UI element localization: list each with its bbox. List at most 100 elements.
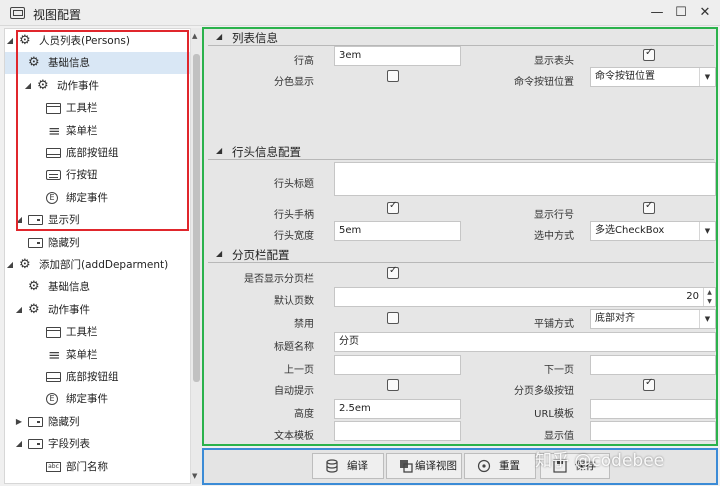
section-title: 列表信息 [232,31,278,45]
tile-mode-select[interactable]: 底部对齐 ▼ [590,309,716,329]
tree-item[interactable]: ▶ 隐藏列 [5,411,191,433]
section-header-config[interactable]: ◢ 行头信息配置 [206,144,716,160]
tree-item[interactable]: ◢ ⚙ 人员列表(Persons) [5,30,191,52]
tree-item[interactable]: ◢ ⚙ 动作事件 [5,75,191,97]
tree-item[interactable]: 工具栏 [5,97,191,119]
expand-arrow-icon[interactable]: ◢ [5,254,15,276]
height-label: 高度 [294,409,314,420]
compile-button[interactable]: 编译 [312,453,384,479]
tree-item[interactable]: abc 部门名称 [5,456,191,478]
show-pager-checkbox[interactable] [387,265,399,279]
tree-item[interactable]: 菜单栏 [5,344,191,366]
tree-item[interactable]: 工具栏 [5,321,191,343]
tree-item-label: 工具栏 [66,326,98,339]
spinner-icon[interactable]: ▲ ▼ [703,288,715,306]
collapse-icon[interactable]: ◢ [216,249,222,258]
tree-item[interactable]: 底部按钮组 [5,366,191,388]
disabled-label: 禁用 [294,319,314,330]
close-button[interactable]: ✕ [696,4,714,22]
tree-item[interactable]: 底部按钮组 [5,142,191,164]
event-icon: E [46,191,58,204]
cmd-position-value: 命令按钮位置 [595,71,655,82]
tree-item[interactable]: ◢ 显示列 [5,209,191,231]
auto-tip-checkbox[interactable] [387,379,399,391]
save-label: 保存 [575,460,596,472]
tree-item[interactable]: ◢ 字段列表 [5,433,191,455]
collapse-icon[interactable]: ◢ [216,146,222,155]
display-value-input[interactable] [590,421,716,441]
maximize-button[interactable]: ☐ [672,4,690,22]
compile-view-button[interactable]: 编译视图 [386,453,462,479]
handle-checkbox[interactable] [387,200,399,214]
section-pager-config[interactable]: ◢ 分页栏配置 [206,247,716,263]
dropdown-arrow-icon[interactable]: ▼ [699,222,715,240]
header-width-input[interactable]: 5em [334,221,461,241]
property-panel: ◢ 列表信息 行高 3em 显示表头 分色显示 命令按钮位置 命令按钮位置 ▼ … [204,28,718,444]
gears-icon: ⚙ [19,33,31,48]
multi-button-checkbox[interactable] [643,377,655,391]
next-input[interactable] [590,355,716,375]
expand-arrow-icon[interactable]: ◢ [5,30,15,52]
bottom-toolbar: 编译 编译视图 重置 保存 [204,450,718,484]
disabled-checkbox[interactable] [387,312,399,324]
cmd-position-label: 命令按钮位置 [514,77,574,88]
tree-item[interactable]: ⚙ 基础信息 [5,52,191,75]
text-field-icon: abc [46,461,61,472]
tree-item[interactable]: ⚙ 基础信息 [5,276,191,298]
expand-arrow-icon[interactable]: ▶ [14,411,24,433]
tree-item[interactable]: E 绑定事件 [5,388,191,410]
collapse-icon[interactable]: ◢ [216,32,222,41]
tree-item-label: 人员列表(Persons) [39,35,130,47]
page-size-value: 20 [686,291,699,302]
expand-arrow-icon[interactable]: ◢ [23,75,33,97]
row-height-label: 行高 [294,56,314,67]
caption-input[interactable]: 分页 [334,332,716,352]
window-icon [46,327,61,339]
menu-icon [46,120,61,142]
show-row-num-checkbox[interactable] [643,200,655,214]
tree-item-label: 显示列 [48,214,80,227]
dropdown-arrow-icon[interactable]: ▼ [699,68,715,86]
height-input[interactable]: 2.5em [334,399,461,419]
tree-item[interactable]: ◢ ⚙ 添加部门(addDeparment) [5,254,191,276]
tree-item-label: 动作事件 [57,79,99,92]
dropdown-arrow-icon[interactable]: ▼ [699,310,715,328]
header-title-input[interactable] [334,162,716,196]
tree-item[interactable]: 隐藏列 [5,232,191,254]
minimize-button[interactable]: — [648,4,666,22]
expand-arrow-icon[interactable]: ◢ [14,433,24,455]
expand-arrow-icon[interactable]: ◢ [14,299,24,321]
row-button-icon [46,170,61,181]
tree-item[interactable]: 行按钮 [5,164,191,186]
url-template-input[interactable] [590,399,716,419]
scroll-down-icon[interactable]: ▼ [192,472,197,480]
stripe-checkbox[interactable] [387,70,399,82]
multi-button-label: 分页多级按钮 [514,386,574,397]
text-template-input[interactable] [334,421,461,441]
compile-view-label: 编译视图 [415,460,457,472]
url-template-label: URL模板 [534,409,574,420]
tree-item[interactable]: E 绑定事件 [5,187,191,209]
view-icon [400,460,413,473]
tree-scrollbar[interactable]: ▲ ▼ [190,28,202,484]
row-height-input[interactable]: 3em [334,46,461,66]
expand-arrow-icon[interactable]: ◢ [14,209,24,231]
prev-input[interactable] [334,355,461,375]
tree-item[interactable]: 菜单栏 [5,120,191,142]
tree-item[interactable]: ◢ ⚙ 动作事件 [5,299,191,321]
scroll-up-icon[interactable]: ▲ [192,32,197,40]
tree-item-label: 动作事件 [48,303,90,316]
reset-label: 重置 [499,460,520,472]
handle-label: 行头手柄 [274,210,314,221]
cmd-position-select[interactable]: 命令按钮位置 ▼ [590,67,716,87]
reset-button[interactable]: 重置 [464,453,536,479]
section-list-info[interactable]: ◢ 列表信息 [206,30,716,46]
select-mode-select[interactable]: 多选CheckBox ▼ [590,221,716,241]
text-template-label: 文本模板 [274,431,314,442]
scroll-thumb[interactable] [193,54,200,382]
show-header-checkbox[interactable] [643,47,655,61]
page-size-input[interactable]: 20 ▲ ▼ [334,287,716,307]
tree-item-label: 添加部门(addDeparment) [39,259,169,271]
stripe-label: 分色显示 [274,77,314,88]
save-button[interactable]: 保存 [540,453,610,479]
